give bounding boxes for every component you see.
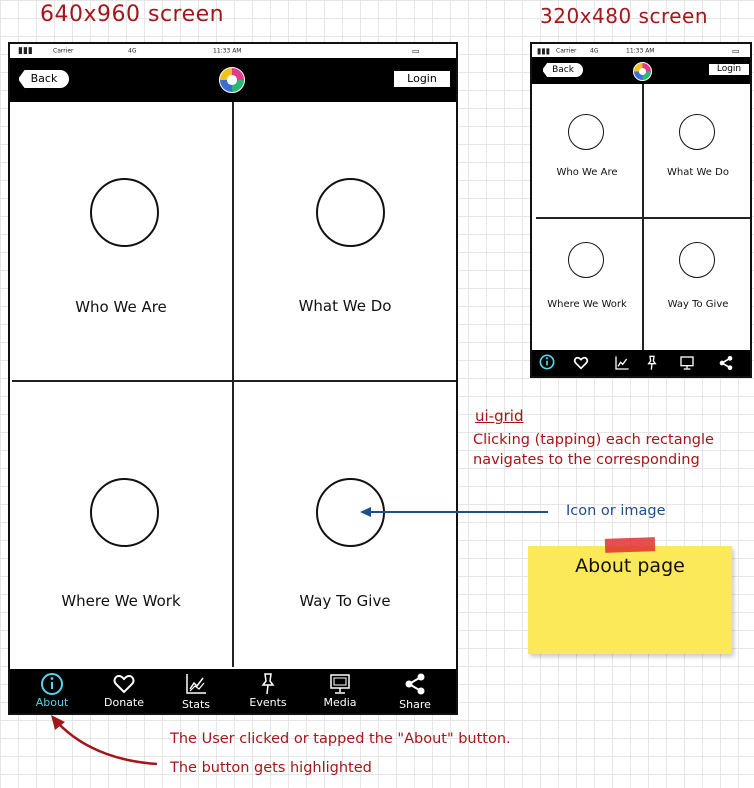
chart-icon [186,674,206,694]
signal-icon: ▮▮▮ [537,46,551,55]
about-pointer-arrow [51,715,158,766]
monitor-icon [330,674,350,694]
ui-grid-annotation-line1: Clicking (tapping) each rectangle [473,432,714,448]
pushpin-icon[interactable] [644,355,660,371]
grid-cell-who-we-are[interactable]: Who We Are [10,102,232,380]
where-we-work-icon [90,478,159,547]
login-button[interactable]: Login [708,63,750,76]
network-label: 4G [128,47,137,55]
login-button[interactable]: Login [393,70,451,88]
grid-cell-what-we-do[interactable]: What We Do [644,84,752,216]
tab-media[interactable]: Media [304,669,376,713]
sticky-note: About page [528,537,732,654]
share-icon [405,673,425,695]
grid-cell-label: Way To Give [299,592,391,610]
sticky-note-text: About page [575,555,685,577]
grid-cell-label: What We Do [667,167,729,178]
heading-small-screen: 320x480 screen [540,4,709,28]
nav-bar: Back Login [10,58,456,102]
grid-cell-who-we-are[interactable]: Who We Are [532,84,642,216]
large-phone-frame: ▮▮▮ Carrier 4G 11:33 AM ▭ Back Login Who… [8,42,458,715]
tab-bar: About Donate Stats Events Media Share [10,669,456,713]
network-label: 4G [590,47,599,54]
back-button[interactable]: Back [542,62,584,78]
carrier-label: Carrier [556,47,577,54]
way-to-give-icon [679,242,715,278]
tab-label: About [35,696,69,709]
share-icon[interactable] [718,355,734,371]
tab-label: Stats [181,698,211,711]
back-button[interactable]: Back [18,69,70,89]
icon-pointer-arrow [360,507,548,517]
heading-large-screen: 640x960 screen [40,2,225,27]
click-annotation: The User clicked or tapped the "About" b… [170,731,511,747]
info-icon [41,673,63,695]
signal-icon: ▮▮▮ [18,46,33,56]
grid-cell-way-to-give[interactable]: Way To Give [644,218,752,352]
status-bar: ▮▮▮ Carrier 4G 11:33 AM ▭ [532,44,750,58]
monitor-icon[interactable] [679,355,695,371]
tab-donate[interactable]: Donate [88,669,160,713]
app-logo [633,62,652,81]
tab-label: Donate [104,696,144,709]
highlight-annotation: The button gets highlighted [170,760,372,776]
chart-icon[interactable] [614,355,630,371]
status-bar: ▮▮▮ Carrier 4G 11:33 AM ▭ [10,44,456,59]
where-we-work-icon [568,242,604,278]
heart-icon [113,674,135,694]
grid-divider-horizontal [536,217,750,219]
small-phone-frame: ▮▮▮ Carrier 4G 11:33 AM ▭ Back Login Who… [530,42,752,378]
pushpin-icon [261,673,275,695]
grid-divider-horizontal [12,380,456,382]
grid-cell-label: Where We Work [61,592,181,610]
grid-cell-label: Where We Work [547,299,627,310]
ui-grid-annotation-line2: navigates to the corresponding [473,452,700,468]
app-logo [219,67,245,93]
ui-grid: Who We Are What We Do Where We Work Way … [10,102,456,669]
time-label: 11:33 AM [626,47,655,54]
what-we-do-icon [679,114,715,150]
tab-bar [532,350,750,376]
tab-share[interactable]: Share [376,669,454,713]
icon-annotation: Icon or image [566,503,666,519]
ui-grid-annotation-title: ui-grid [475,407,524,425]
grid-divider-vertical [232,102,234,667]
grid-cell-label: Who We Are [75,298,167,316]
grid-cell-what-we-do[interactable]: What We Do [234,102,456,380]
grid-cell-label: Who We Are [556,167,618,178]
battery-icon: ▭ [732,46,740,55]
grid-cell-where-we-work[interactable]: Where We Work [532,218,642,352]
grid-cell-where-we-work[interactable]: Where We Work [10,382,232,667]
carrier-label: Carrier [53,47,74,55]
who-we-are-icon [568,114,604,150]
battery-icon: ▭ [412,46,420,56]
nav-bar: Back Login [532,57,750,84]
ui-grid: Who We Are What We Do Where We Work Way … [532,84,750,352]
tab-label: Media [323,696,357,709]
grid-cell-label: What We Do [298,297,392,315]
tape-strip [604,537,656,553]
what-we-do-icon [316,178,385,247]
tab-stats[interactable]: Stats [160,669,232,713]
tab-label: Share [399,698,431,711]
tab-label: Events [249,696,287,709]
time-label: 11:33 AM [213,47,242,55]
grid-cell-way-to-give[interactable]: Way To Give [234,382,456,667]
grid-cell-label: Way To Give [667,299,729,310]
info-icon[interactable] [539,354,555,370]
tab-about[interactable]: About [16,669,88,713]
who-we-are-icon [90,178,159,247]
heart-icon[interactable] [573,355,589,371]
tab-events[interactable]: Events [232,669,304,713]
